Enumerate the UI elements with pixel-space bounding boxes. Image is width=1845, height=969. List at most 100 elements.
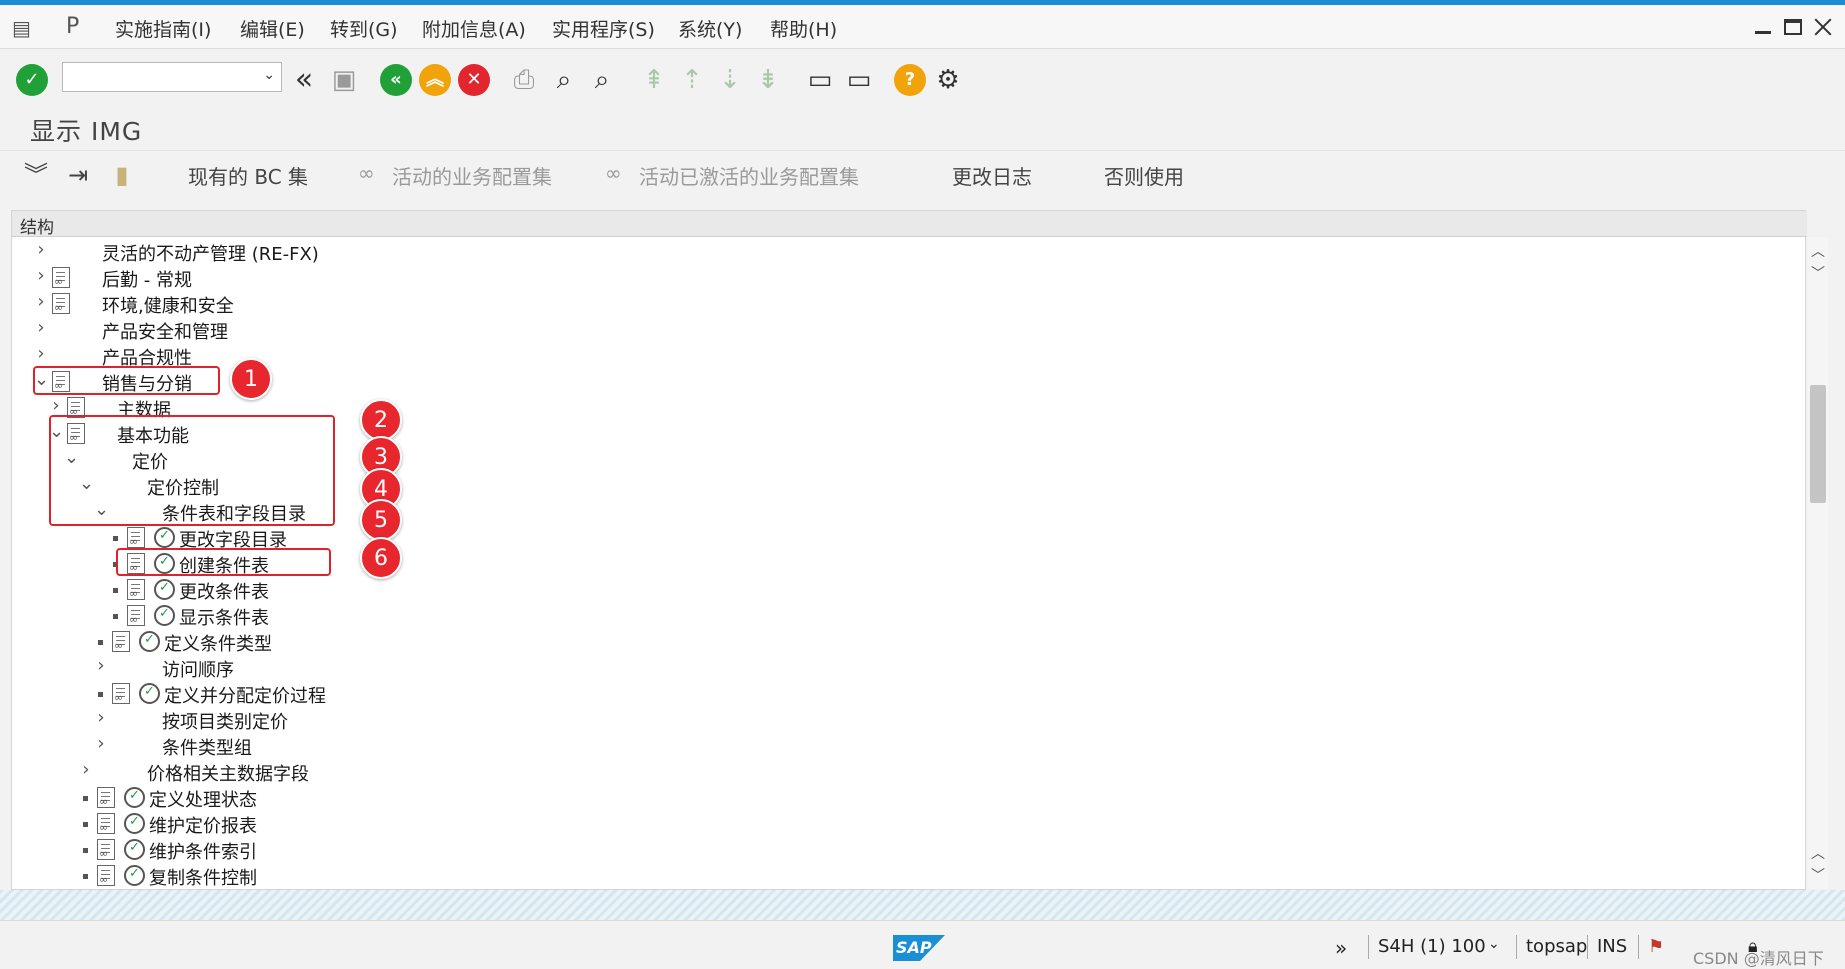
help-icon[interactable]: ? bbox=[894, 64, 926, 96]
tree-node[interactable]: › 灵活的不动产管理 (RE-FX) bbox=[12, 239, 1772, 265]
chevron-right-icon[interactable]: › bbox=[94, 707, 108, 728]
tree-node-label[interactable]: 按项目类别定价 bbox=[162, 708, 288, 734]
execute-activity-icon[interactable] bbox=[139, 631, 160, 652]
print-icon[interactable]: ⎙ bbox=[508, 64, 540, 96]
tree-node[interactable]: › 条件类型组 bbox=[12, 733, 1772, 759]
scroll-up-icon[interactable]: ︿ bbox=[1811, 843, 1825, 863]
tree-node-label[interactable]: 定义处理状态 bbox=[149, 786, 257, 812]
tree-node[interactable]: › 价格相关主数据字段 bbox=[12, 759, 1772, 785]
back-double-icon[interactable]: « bbox=[288, 64, 320, 96]
bc-set-icon[interactable]: ▮ bbox=[106, 159, 138, 191]
first-page-icon[interactable]: ⇞ bbox=[638, 64, 670, 96]
execute-activity-icon[interactable] bbox=[124, 865, 145, 886]
open-details-icon[interactable]: ⇥ bbox=[62, 159, 94, 191]
documentation-icon[interactable] bbox=[127, 579, 145, 600]
tree-node-label[interactable]: 定义条件类型 bbox=[164, 630, 272, 656]
tree-node-label[interactable]: 显示条件表 bbox=[179, 604, 269, 630]
existing-bc-sets-button[interactable]: 现有的 BC 集 bbox=[188, 161, 308, 190]
active-config-sets-button[interactable]: 活动的业务配置集 bbox=[392, 161, 552, 190]
scroll-down-icon[interactable]: ﹀ bbox=[1811, 865, 1825, 885]
tree-node-label[interactable]: 定义并分配定价过程 bbox=[164, 682, 326, 708]
chevron-right-icon[interactable]: › bbox=[34, 265, 48, 286]
documentation-icon[interactable] bbox=[112, 683, 130, 704]
menu-item-utilities[interactable]: 实用程序(S) bbox=[552, 15, 655, 42]
tree-node[interactable]: 定义并分配定价过程 bbox=[12, 681, 1772, 707]
tree-node-label[interactable]: 更改条件表 bbox=[179, 578, 269, 604]
scroll-down-icon[interactable]: ﹀ bbox=[1811, 263, 1825, 283]
tree-node-label[interactable]: 后勤 - 常规 bbox=[102, 266, 192, 292]
status-expand-icon[interactable]: » bbox=[1335, 936, 1347, 960]
tree-node-label[interactable]: 价格相关主数据字段 bbox=[147, 760, 309, 786]
tree-node-label[interactable]: 产品安全和管理 bbox=[102, 318, 228, 344]
documentation-icon[interactable] bbox=[97, 787, 115, 808]
prev-page-icon[interactable]: ⇡ bbox=[676, 64, 708, 96]
chevron-down-icon[interactable]: ⌄ bbox=[263, 67, 275, 83]
exit-icon[interactable]: ︽ bbox=[419, 64, 451, 96]
chevron-right-icon[interactable]: › bbox=[49, 395, 63, 416]
tree-node[interactable]: › 后勤 - 常规 bbox=[12, 265, 1772, 291]
vertical-scrollbar[interactable]: ︿ ﹀ ︿ ﹀ bbox=[1808, 237, 1828, 889]
save-icon[interactable]: ▣ bbox=[328, 64, 360, 96]
tree-node[interactable]: 定义处理状态 bbox=[12, 785, 1772, 811]
tree-node[interactable]: ⌄销售与分销 bbox=[12, 369, 1772, 395]
tree-node[interactable]: 维护条件索引 bbox=[12, 837, 1772, 863]
documentation-icon[interactable] bbox=[97, 839, 115, 860]
chevron-right-icon[interactable]: › bbox=[34, 317, 48, 338]
documentation-icon[interactable] bbox=[52, 267, 70, 288]
tree-node-label[interactable]: 维护定价报表 bbox=[149, 812, 257, 838]
tree-node[interactable]: 更改条件表 bbox=[12, 577, 1772, 603]
documentation-icon[interactable] bbox=[127, 527, 145, 548]
execute-activity-icon[interactable] bbox=[124, 787, 145, 808]
maximize-icon[interactable] bbox=[1784, 19, 1802, 35]
next-page-icon[interactable]: ⇣ bbox=[714, 64, 746, 96]
execute-activity-icon[interactable] bbox=[154, 579, 175, 600]
last-page-icon[interactable]: ⇟ bbox=[752, 64, 784, 96]
execute-activity-icon[interactable] bbox=[124, 813, 145, 834]
settings-icon[interactable]: ⚙ bbox=[932, 64, 964, 96]
tree-node-label[interactable]: 访问顺序 bbox=[162, 656, 234, 682]
close-icon[interactable] bbox=[1812, 17, 1834, 37]
expand-all-icon[interactable]: ︾ bbox=[20, 159, 52, 191]
tree-node[interactable]: › 产品安全和管理 bbox=[12, 317, 1772, 343]
chevron-right-icon[interactable]: › bbox=[34, 343, 48, 364]
tree-node[interactable]: 维护定价报表 bbox=[12, 811, 1772, 837]
menu-item-edit[interactable]: 编辑(E) bbox=[240, 15, 305, 42]
tree-node[interactable]: › 按项目类别定价 bbox=[12, 707, 1772, 733]
tree-node[interactable]: › 访问顺序 bbox=[12, 655, 1772, 681]
execute-activity-icon[interactable] bbox=[154, 527, 175, 548]
menu-toggle-icon[interactable]: ▤ bbox=[12, 16, 31, 40]
documentation-icon[interactable] bbox=[52, 293, 70, 314]
sap-p-icon[interactable]: P bbox=[66, 14, 79, 39]
execute-activity-icon[interactable] bbox=[154, 605, 175, 626]
tree-node[interactable]: › 产品合规性 bbox=[12, 343, 1772, 369]
activated-config-sets-button[interactable]: 活动已激活的业务配置集 bbox=[639, 161, 859, 190]
chevron-right-icon[interactable]: › bbox=[34, 291, 48, 312]
chevron-right-icon[interactable]: › bbox=[34, 239, 48, 260]
tree-node[interactable]: 定义条件类型 bbox=[12, 629, 1772, 655]
chevron-right-icon[interactable]: › bbox=[79, 759, 93, 780]
cancel-icon[interactable]: ✕ bbox=[458, 64, 490, 96]
documentation-icon[interactable] bbox=[97, 865, 115, 886]
documentation-icon[interactable] bbox=[97, 813, 115, 834]
new-session-icon[interactable]: ▭ bbox=[804, 64, 836, 96]
tree-node-label[interactable]: 复制条件控制 bbox=[149, 864, 257, 890]
menu-item-guide[interactable]: 实施指南(I) bbox=[115, 15, 211, 42]
shortcut-icon[interactable]: ▭ bbox=[843, 64, 875, 96]
execute-activity-icon[interactable] bbox=[139, 683, 160, 704]
scroll-up-icon[interactable]: ︿ bbox=[1811, 241, 1825, 261]
tree-node-label[interactable]: 环境,健康和安全 bbox=[102, 292, 234, 318]
chevron-down-icon[interactable]: ⌄ bbox=[1488, 936, 1500, 952]
documentation-icon[interactable] bbox=[112, 631, 130, 652]
menu-item-extras[interactable]: 附加信息(A) bbox=[422, 15, 526, 42]
back-icon[interactable]: « bbox=[380, 64, 412, 96]
documentation-icon[interactable] bbox=[127, 605, 145, 626]
tree-node-label[interactable]: 维护条件索引 bbox=[149, 838, 257, 864]
tree-node-label[interactable]: 条件类型组 bbox=[162, 734, 252, 760]
enter-icon[interactable]: ✓ bbox=[16, 64, 48, 96]
menu-item-system[interactable]: 系统(Y) bbox=[678, 15, 742, 42]
find-next-icon[interactable]: ⌕ bbox=[586, 64, 618, 96]
scroll-thumb[interactable] bbox=[1810, 385, 1826, 503]
command-field[interactable]: ⌄ bbox=[62, 62, 282, 92]
minimize-icon[interactable] bbox=[1752, 17, 1774, 37]
tree-node[interactable]: › 环境,健康和安全 bbox=[12, 291, 1772, 317]
